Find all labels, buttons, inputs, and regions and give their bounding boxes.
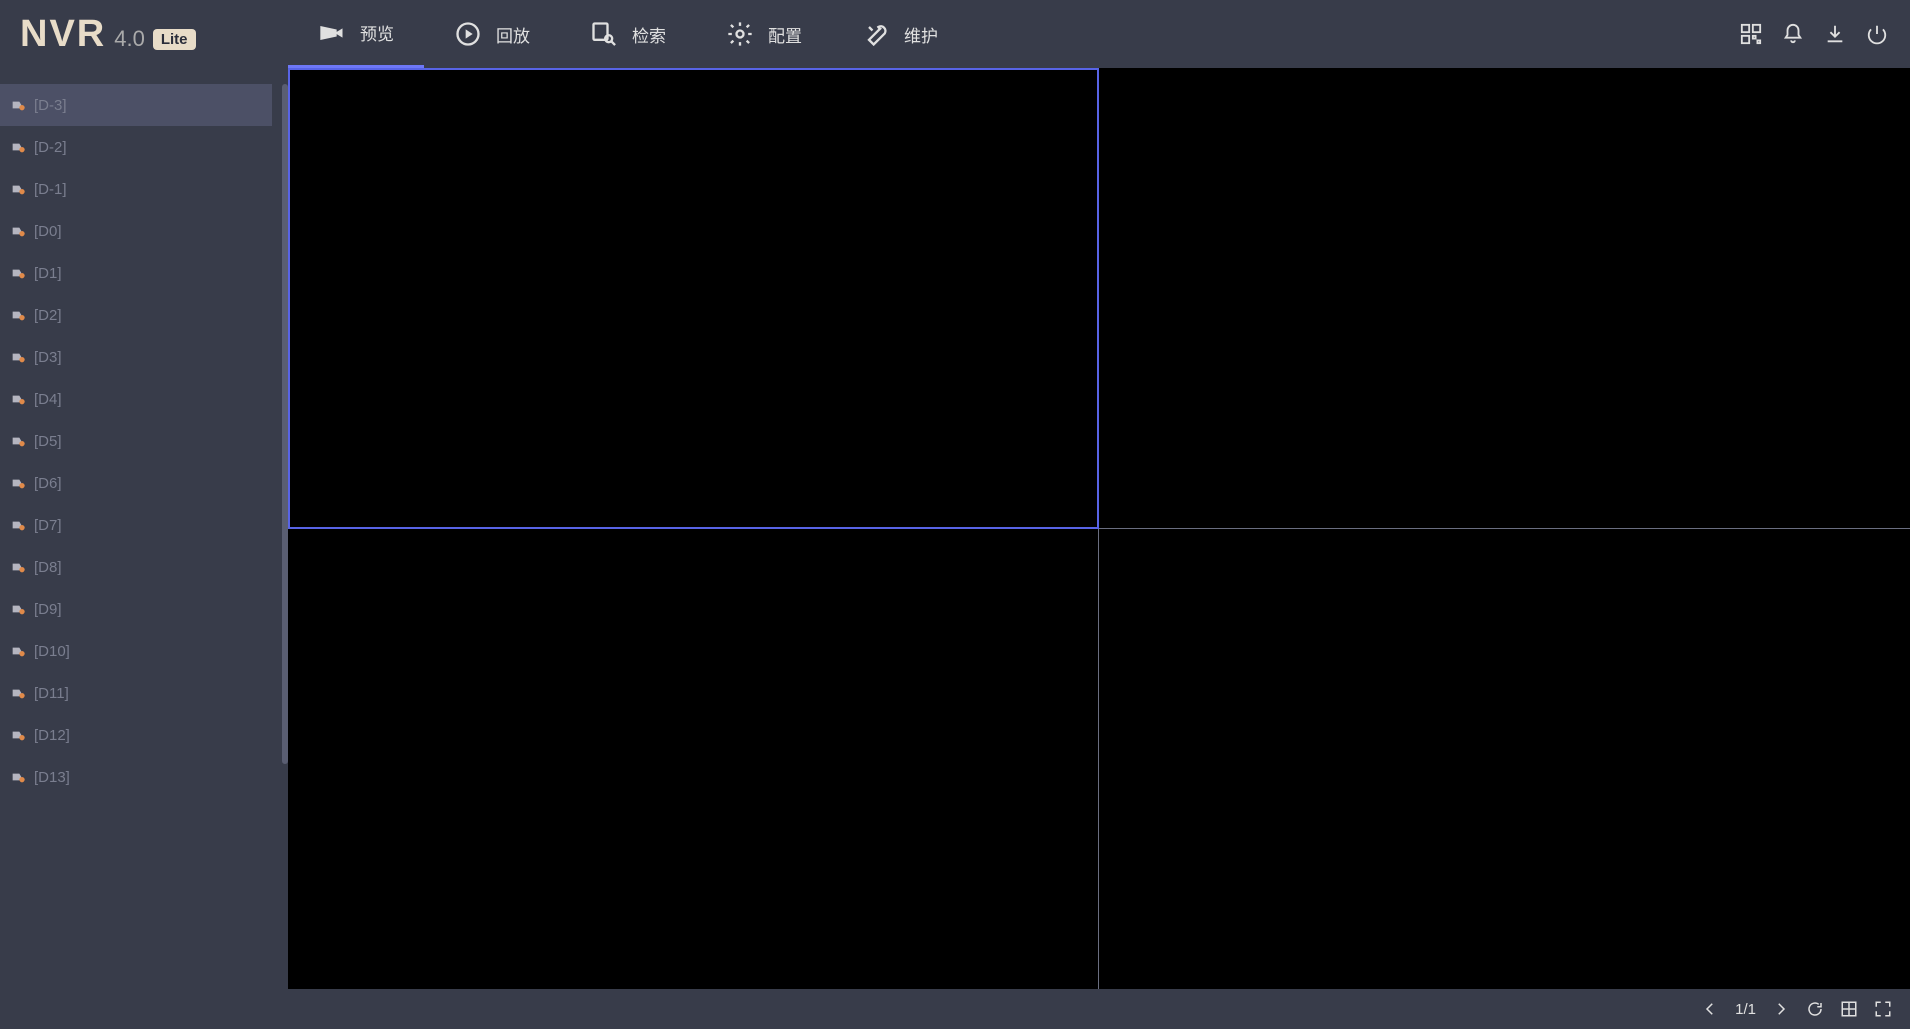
sidebar-item-label: [D12] xyxy=(34,727,70,744)
sidebar-item-channel[interactable]: [D8] xyxy=(0,546,272,588)
sidebar-item-label: [D-1] xyxy=(34,181,67,198)
nav-search[interactable]: 检索 xyxy=(560,0,696,68)
camera-channel-icon xyxy=(10,643,26,659)
download-icon[interactable] xyxy=(1824,23,1846,45)
video-cell-2[interactable] xyxy=(1099,68,1910,529)
nav-label: 配置 xyxy=(768,22,802,47)
wrench-icon xyxy=(862,20,890,48)
chevron-left-icon[interactable] xyxy=(1701,1000,1719,1018)
playback-icon xyxy=(454,20,482,48)
nav-label: 检索 xyxy=(632,22,666,47)
header-right xyxy=(1740,23,1910,45)
sidebar-item-channel[interactable]: [D0] xyxy=(0,210,272,252)
nav-maintenance[interactable]: 维护 xyxy=(832,0,968,68)
page-indicator: 1/1 xyxy=(1735,1001,1756,1018)
nav-preview[interactable]: 预览 xyxy=(288,0,424,68)
refresh-icon[interactable] xyxy=(1806,1000,1824,1018)
sidebar-item-channel[interactable]: [D-2] xyxy=(0,126,272,168)
sidebar-item-label: [D7] xyxy=(34,517,62,534)
sidebar-item-channel[interactable]: [D13] xyxy=(0,756,272,798)
bell-icon[interactable] xyxy=(1782,23,1804,45)
logo-badge: Lite xyxy=(153,29,196,50)
camera-channel-icon xyxy=(10,559,26,575)
chevron-right-icon[interactable] xyxy=(1772,1000,1790,1018)
video-cell-3[interactable] xyxy=(288,529,1099,990)
camera-channel-icon xyxy=(10,475,26,491)
grid-icon[interactable] xyxy=(1840,1000,1858,1018)
nav-bar: 预览 回放 检索 配置 维护 xyxy=(288,0,968,68)
camera-channel-icon xyxy=(10,685,26,701)
bottom-bar: 1/1 xyxy=(288,989,1910,1029)
sidebar-item-channel[interactable]: [D11] xyxy=(0,672,272,714)
sidebar-item-channel[interactable]: [D2] xyxy=(0,294,272,336)
header: NVR 4.0 Lite 预览 回放 检索 配置 维护 xyxy=(0,0,1910,68)
sidebar-item-label: [D2] xyxy=(34,307,62,324)
main: [D-3] [D-2] [D-1] [D0] [D1] [D2] [D3] [D4] [D5] [… xyxy=(0,68,1910,1029)
camera-channel-icon xyxy=(10,223,26,239)
camera-channel-icon xyxy=(10,769,26,785)
qrcode-icon[interactable] xyxy=(1740,23,1762,45)
sidebar-item-label: [D5] xyxy=(34,433,62,450)
search-file-icon xyxy=(590,20,618,48)
nav-label: 预览 xyxy=(360,20,394,45)
sidebar-item-label: [D3] xyxy=(34,349,62,366)
logo-version: 4.0 xyxy=(114,26,145,52)
sidebar-item-channel[interactable]: [D-1] xyxy=(0,168,272,210)
camera-channel-icon xyxy=(10,601,26,617)
video-cell-4[interactable] xyxy=(1099,529,1910,990)
camera-channel-icon xyxy=(10,265,26,281)
sidebar-item-label: [D11] xyxy=(34,685,69,702)
sidebar-item-channel[interactable]: [D6] xyxy=(0,462,272,504)
power-icon[interactable] xyxy=(1866,23,1888,45)
camera-channel-icon xyxy=(10,307,26,323)
nav-config[interactable]: 配置 xyxy=(696,0,832,68)
sidebar-item-label: [D13] xyxy=(34,769,70,786)
video-cell-1[interactable] xyxy=(288,68,1099,529)
nav-label: 维护 xyxy=(904,22,938,47)
camera-channel-icon xyxy=(10,181,26,197)
logo: NVR 4.0 Lite xyxy=(0,13,288,56)
sidebar-item-channel[interactable]: [D12] xyxy=(0,714,272,756)
sidebar-item-label: [D-3] xyxy=(34,97,67,114)
sidebar-item-label: [D4] xyxy=(34,391,62,408)
sidebar-item-label: [D9] xyxy=(34,601,62,618)
sidebar-item-channel[interactable]: [D5] xyxy=(0,420,272,462)
sidebar-item-label: [D10] xyxy=(34,643,70,660)
sidebar-item-label: [D1] xyxy=(34,265,62,282)
logo-name: NVR xyxy=(20,13,106,56)
nav-label: 回放 xyxy=(496,22,530,47)
sidebar-item-label: [D-2] xyxy=(34,139,67,156)
sidebar-item-label: [D8] xyxy=(34,559,62,576)
camera-channel-icon xyxy=(10,391,26,407)
sidebar-item-channel[interactable]: [D1] xyxy=(0,252,272,294)
camera-channel-icon xyxy=(10,97,26,113)
sidebar-item-channel[interactable]: [D9] xyxy=(0,588,272,630)
camera-icon xyxy=(318,19,346,47)
sidebar-item-channel[interactable]: [D7] xyxy=(0,504,272,546)
nav-playback[interactable]: 回放 xyxy=(424,0,560,68)
content: 1/1 xyxy=(288,68,1910,1029)
sidebar: [D-3] [D-2] [D-1] [D0] [D1] [D2] [D3] [D4] [D5] [… xyxy=(0,68,288,1029)
camera-channel-icon xyxy=(10,433,26,449)
sidebar-item-label: [D6] xyxy=(34,475,62,492)
camera-channel-icon xyxy=(10,517,26,533)
video-grid xyxy=(288,68,1910,989)
sidebar-item-channel[interactable]: [D3] xyxy=(0,336,272,378)
camera-channel-icon xyxy=(10,349,26,365)
sidebar-item-label: [D0] xyxy=(34,223,62,240)
sidebar-item-channel[interactable]: [D10] xyxy=(0,630,272,672)
sidebar-item-channel[interactable]: [D-3] xyxy=(0,84,272,126)
camera-channel-icon xyxy=(10,727,26,743)
fullscreen-icon[interactable] xyxy=(1874,1000,1892,1018)
camera-channel-icon xyxy=(10,139,26,155)
gear-icon xyxy=(726,20,754,48)
sidebar-item-channel[interactable]: [D4] xyxy=(0,378,272,420)
